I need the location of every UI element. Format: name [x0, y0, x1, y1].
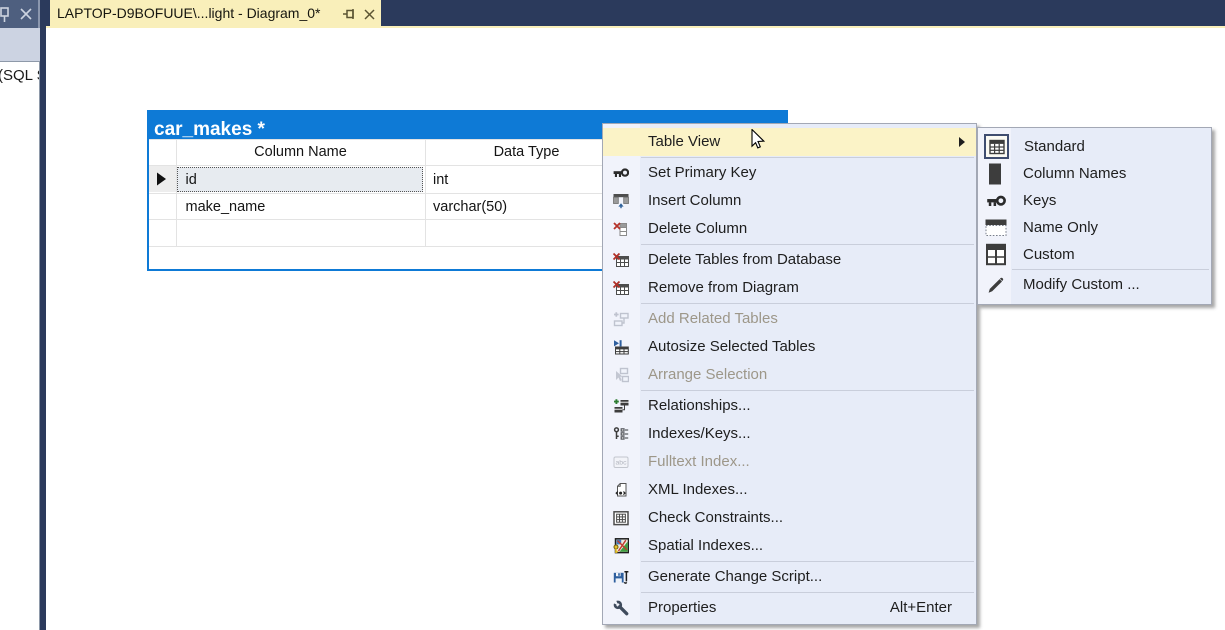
svg-text:abc: abc	[616, 459, 628, 466]
